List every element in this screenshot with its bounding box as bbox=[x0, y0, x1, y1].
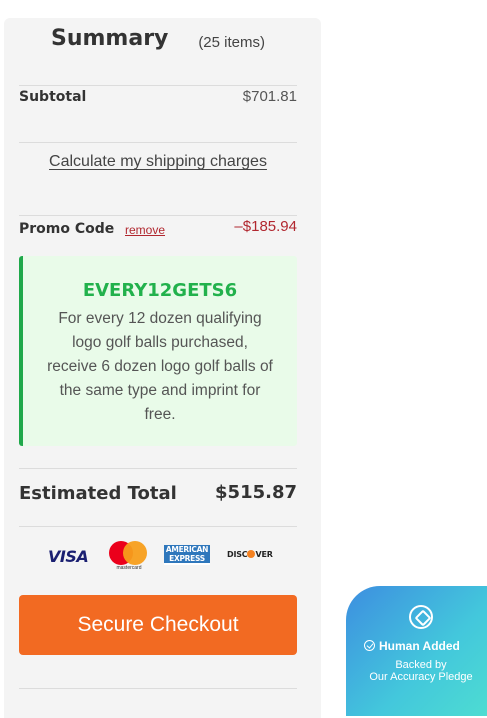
summary-header: Summary (25 items) bbox=[19, 26, 297, 66]
summary-title: Summary bbox=[51, 26, 169, 51]
subtotal-value: $701.81 bbox=[242, 88, 297, 105]
pledge-text: Backed by Our Accuracy Pledge bbox=[369, 659, 473, 683]
remove-promo-link[interactable]: remove bbox=[125, 223, 165, 237]
divider bbox=[19, 215, 297, 216]
subtotal-label: Subtotal bbox=[19, 89, 87, 105]
promo-code-name: EVERY12GETS6 bbox=[82, 280, 238, 301]
promo-description: For every 12 dozen qualifying logo golf … bbox=[47, 310, 273, 423]
secure-checkout-button[interactable]: Secure Checkout bbox=[19, 595, 297, 655]
payment-methods: VISA mastercard AMERICAN EXPRESS DISC VER bbox=[19, 541, 297, 571]
check-circle-icon bbox=[364, 640, 375, 651]
mastercard-icon: mastercard bbox=[109, 541, 149, 571]
promo-code-label: Promo Code bbox=[19, 221, 115, 237]
divider bbox=[19, 468, 297, 469]
calculate-shipping-link[interactable]: Calculate my shipping charges bbox=[19, 153, 297, 171]
human-added-label: Human Added bbox=[364, 639, 460, 653]
estimated-total-value: $515.87 bbox=[215, 482, 297, 503]
divider bbox=[19, 142, 297, 143]
divider bbox=[19, 688, 297, 689]
divider bbox=[19, 85, 297, 86]
discover-icon: DISC VER bbox=[227, 550, 273, 559]
promo-discount: –$185.94 bbox=[234, 218, 297, 235]
divider bbox=[19, 526, 297, 527]
estimated-total-row: Estimated Total $515.87 bbox=[19, 482, 297, 508]
accuracy-pledge-badge[interactable]: Human Added Backed by Our Accuracy Pledg… bbox=[346, 586, 487, 716]
promo-code-row: Promo Code remove –$185.94 bbox=[19, 218, 297, 240]
visa-icon: VISA bbox=[48, 547, 89, 566]
subtotal-row: Subtotal $701.81 bbox=[19, 87, 297, 109]
promo-details-box: EVERY12GETS6 For every 12 dozen qualifyi… bbox=[19, 256, 297, 446]
amex-icon: AMERICAN EXPRESS bbox=[164, 545, 210, 565]
pledge-icon bbox=[409, 605, 433, 629]
estimated-total-label: Estimated Total bbox=[19, 483, 177, 504]
item-count: (25 items) bbox=[198, 34, 265, 51]
